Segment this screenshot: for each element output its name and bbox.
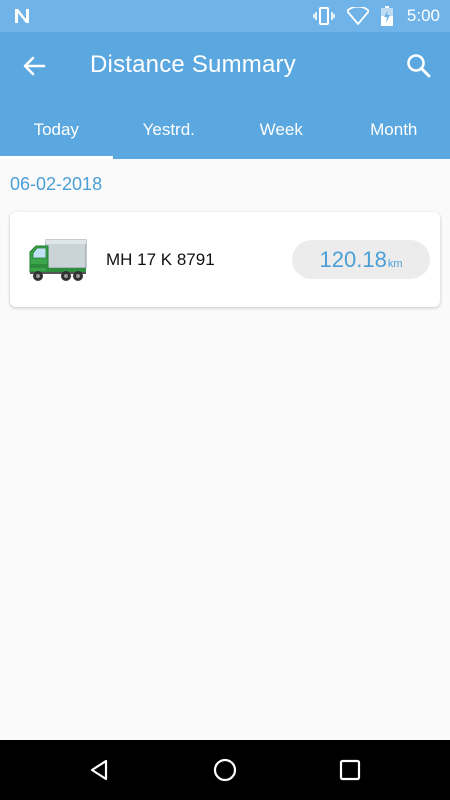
wifi-icon: [346, 7, 369, 25]
system-nav-bar: [0, 740, 450, 800]
nav-back-icon[interactable]: [86, 756, 114, 784]
page-title: Distance Summary: [90, 51, 296, 78]
arrow-back-icon[interactable]: [20, 52, 48, 80]
vibrate-icon: [313, 7, 335, 25]
status-bar: 5:00: [0, 0, 450, 32]
tab-month[interactable]: Month: [338, 100, 450, 159]
tab-yesterday[interactable]: Yestrd.: [113, 100, 226, 159]
status-time: 5:00: [406, 6, 440, 25]
vehicle-card[interactable]: MH 17 K 8791 120.18 km: [10, 212, 440, 307]
app-bar: Distance Summary: [0, 32, 450, 100]
vehicle-plate: MH 17 K 8791: [106, 250, 215, 269]
nav-home-icon[interactable]: [211, 756, 239, 784]
distance-unit: km: [387, 258, 403, 270]
green-truck-icon: [29, 239, 87, 281]
search-icon[interactable]: [404, 51, 434, 81]
date-header: 06-02-2018: [10, 174, 103, 194]
n-notification-icon: [15, 9, 29, 23]
tab-bar: Today Yestrd. Week Month: [0, 100, 450, 159]
tab-week[interactable]: Week: [225, 100, 338, 159]
nav-recents-icon[interactable]: [336, 756, 364, 784]
battery-charging-icon: [380, 6, 393, 26]
tab-today[interactable]: Today: [0, 100, 113, 159]
distance-value: 120.18: [319, 247, 387, 272]
distance-badge: 120.18 km: [292, 240, 430, 279]
